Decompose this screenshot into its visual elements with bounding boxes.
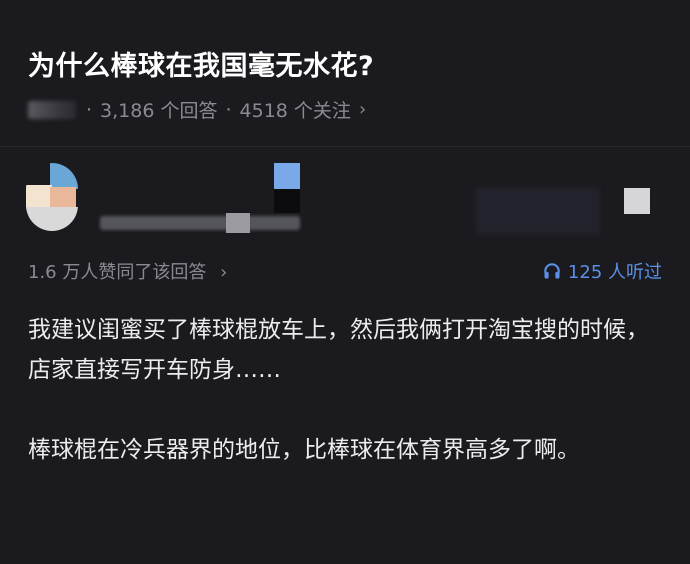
likes-text: 1.6 万人赞同了该回答 (28, 262, 207, 283)
answer-paragraph: 棒球棍在冷兵器界的地位，比棒球在体育界高多了啊。 (28, 437, 580, 463)
separator: · (225, 98, 232, 121)
blurred-topic (28, 100, 76, 119)
blurred-follow-area[interactable] (476, 188, 600, 234)
followers-count: 4518 个关注 (239, 100, 351, 122)
likes-summary[interactable]: 1.6 万人赞同了该回答 › (28, 258, 227, 284)
divider (0, 146, 690, 147)
chevron-right-icon: › (358, 99, 367, 120)
blurred-more-icon[interactable] (624, 188, 650, 214)
answers-count: 3,186 个回答 (100, 100, 218, 122)
separator: · (86, 98, 93, 121)
blurred-badge-dark (274, 189, 300, 213)
blurred-badge (274, 163, 300, 189)
question-meta[interactable]: · 3,186 个回答 · 4518 个关注 › (28, 96, 366, 123)
blurred-author-name[interactable] (100, 216, 300, 230)
answer-content[interactable]: 我建议闺蜜买了棒球棍放车上，然后我俩打开淘宝搜的时候，店家直接写开车防身…… 棒… (28, 310, 664, 510)
avatar[interactable] (26, 163, 78, 231)
listen-text: 125 人听过 (567, 262, 662, 283)
blurred-mark (226, 213, 250, 233)
question-title[interactable]: 为什么棒球在我国毫无水花? (28, 44, 374, 83)
listen-count[interactable]: 125 人听过 (542, 258, 662, 284)
answer-paragraph: 我建议闺蜜买了棒球棍放车上，然后我俩打开淘宝搜的时候，店家直接写开车防身…… (28, 317, 649, 383)
headphones-icon (544, 263, 560, 279)
chevron-right-icon: › (220, 262, 228, 283)
